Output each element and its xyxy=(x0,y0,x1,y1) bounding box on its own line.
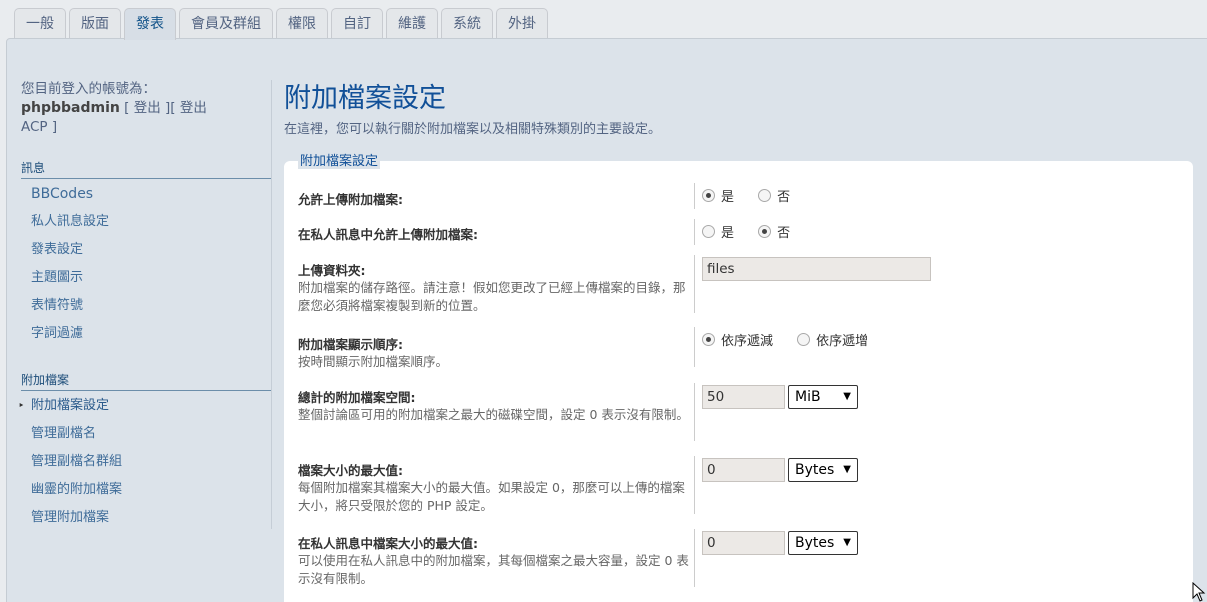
radio-label: 是 xyxy=(721,190,735,205)
sidebar-item-attachment-settings[interactable]: ‣ 附加檔案設定 xyxy=(18,392,271,420)
login-prefix: 您目前登入的帳號為： xyxy=(21,81,156,97)
main-content: 附加檔案設定 在這裡，您可以執行關於附加檔案以及相關特殊類別的主要設定。 xyxy=(284,76,1204,137)
select-value: Bytes xyxy=(795,462,835,478)
sidebar-item-word-censors[interactable]: 字詞過濾 xyxy=(21,320,271,348)
logout-link[interactable]: [ 登出 ] xyxy=(124,100,170,116)
setting-label: 允許上傳附加檔案: xyxy=(298,192,403,207)
dropdown-arrow-icon: ▼ xyxy=(843,391,851,402)
settings-fieldset: 允許上傳附加檔案: 是 否 在私人訊息中允許上傳附加檔案: 是 否 上傳資料夾:… xyxy=(284,161,1193,602)
radio-label: 依序遞減 xyxy=(721,334,774,349)
login-info: 您目前登入的帳號為： phpbbadmin [ 登出 ][ 登出 ACP ] xyxy=(21,80,211,137)
tab-bar: 一般 版面 發表 會員及群組 權限 自訂 維護 系統 外掛 xyxy=(14,8,551,40)
sidebar-section-title: 訊息 xyxy=(21,159,271,179)
radio-yes[interactable]: 是 xyxy=(702,186,734,205)
radio-checked-icon xyxy=(702,189,715,202)
page-title: 附加檔案設定 xyxy=(284,83,446,114)
page-description: 在這裡，您可以執行關於附加檔案以及相關特殊類別的主要設定。 xyxy=(284,122,662,137)
sidebar-item-post-settings[interactable]: 發表設定 xyxy=(21,236,271,264)
setting-description: 可以使用在私人訊息中的附加檔案，其每個檔案之最大容量，設定 0 表示沒有限制。 xyxy=(298,553,689,586)
sidebar-item-manage-extensions[interactable]: 管理副檔名 xyxy=(21,420,271,448)
radio-unchecked-icon xyxy=(702,225,715,238)
tab-forums[interactable]: 版面 xyxy=(69,8,121,39)
sidebar-item-manage-attachments[interactable]: 管理附加檔案 xyxy=(21,504,271,532)
select-value: MiB xyxy=(795,389,821,405)
radio-checked-icon xyxy=(702,333,715,346)
setting-label: 在私人訊息中允許上傳附加檔案: xyxy=(298,227,478,242)
tab-general[interactable]: 一般 xyxy=(14,8,66,39)
sidebar: 您目前登入的帳號為： phpbbadmin [ 登出 ][ 登出 ACP ] 訊… xyxy=(18,80,272,532)
setting-label: 檔案大小的最大值: xyxy=(298,463,403,478)
tab-system[interactable]: 系統 xyxy=(441,8,493,39)
sidebar-item-orphan-attachments[interactable]: 幽靈的附加檔案 xyxy=(21,476,271,504)
setting-description: 每個附加檔案其檔案大小的最大值。如果設定 0，那麼可以上傳的檔案大小，將只受限於… xyxy=(298,480,685,513)
tab-customise[interactable]: 自訂 xyxy=(331,8,383,39)
mouse-cursor-icon xyxy=(1192,582,1206,602)
radio-label: 是 xyxy=(721,226,735,241)
setting-label: 上傳資料夾: xyxy=(298,263,366,278)
sidebar-item-smilies[interactable]: 表情符號 xyxy=(21,292,271,320)
radio-ascending[interactable]: 依序遞增 xyxy=(797,330,868,349)
setting-description: 附加檔案的儲存路徑。請注意！假如您更改了已經上傳檔案的目錄，那麼您必須將檔案複製… xyxy=(298,280,686,313)
sidebar-item-pm-settings[interactable]: 私人訊息設定 xyxy=(21,208,271,236)
tab-users-groups[interactable]: 會員及群組 xyxy=(179,8,273,39)
username: phpbbadmin xyxy=(21,100,120,116)
radio-no[interactable]: 否 xyxy=(758,186,790,205)
max-filesize-input[interactable]: 0 xyxy=(702,458,785,482)
radio-descending[interactable]: 依序遞減 xyxy=(702,330,773,349)
tab-permissions[interactable]: 權限 xyxy=(276,8,328,39)
quota-input[interactable]: 50 xyxy=(702,385,785,409)
sidebar-item-extension-groups[interactable]: 管理副檔名群組 xyxy=(21,448,271,476)
setting-label: 在私人訊息中檔案大小的最大值: xyxy=(298,536,478,551)
dropdown-arrow-icon: ▼ xyxy=(843,464,851,475)
max-pm-filesize-input[interactable]: 0 xyxy=(702,531,785,555)
radio-label: 否 xyxy=(777,226,791,241)
max-filesize-unit-select[interactable]: Bytes ▼ xyxy=(788,458,858,482)
select-value: Bytes xyxy=(795,535,835,551)
quota-unit-select[interactable]: MiB ▼ xyxy=(788,385,858,409)
setting-description: 按時間顯示附加檔案順序。 xyxy=(298,354,449,369)
setting-label: 總計的附加檔案空間: xyxy=(298,390,416,405)
active-arrow-icon: ‣ xyxy=(18,399,25,412)
sidebar-item-topic-icons[interactable]: 主題圖示 xyxy=(21,264,271,292)
radio-no[interactable]: 否 xyxy=(758,222,790,241)
radio-unchecked-icon xyxy=(797,333,811,346)
sidebar-item-bbcodes[interactable]: BBCodes xyxy=(21,180,271,208)
radio-unchecked-icon xyxy=(758,189,772,202)
radio-checked-icon xyxy=(758,225,772,238)
radio-yes[interactable]: 是 xyxy=(702,222,734,241)
max-pm-filesize-unit-select[interactable]: Bytes ▼ xyxy=(788,531,858,555)
sidebar-section-title: 附加檔案 xyxy=(21,371,271,391)
sidebar-item-label: 附加檔案設定 xyxy=(31,398,110,413)
tab-extensions[interactable]: 外掛 xyxy=(496,8,548,39)
tab-maintenance[interactable]: 維護 xyxy=(386,8,438,39)
dropdown-arrow-icon: ▼ xyxy=(843,537,851,548)
tab-posting[interactable]: 發表 xyxy=(124,8,176,40)
fieldset-legend: 附加檔案設定 xyxy=(298,150,381,169)
upload-folder-input[interactable]: files xyxy=(702,257,931,281)
radio-label: 依序遞增 xyxy=(816,334,869,349)
setting-label: 附加檔案顯示順序: xyxy=(298,337,403,352)
setting-description: 整個討論區可用的附加檔案之最大的磁碟空間，設定 0 表示沒有限制。 xyxy=(298,407,689,422)
radio-label: 否 xyxy=(777,190,791,205)
